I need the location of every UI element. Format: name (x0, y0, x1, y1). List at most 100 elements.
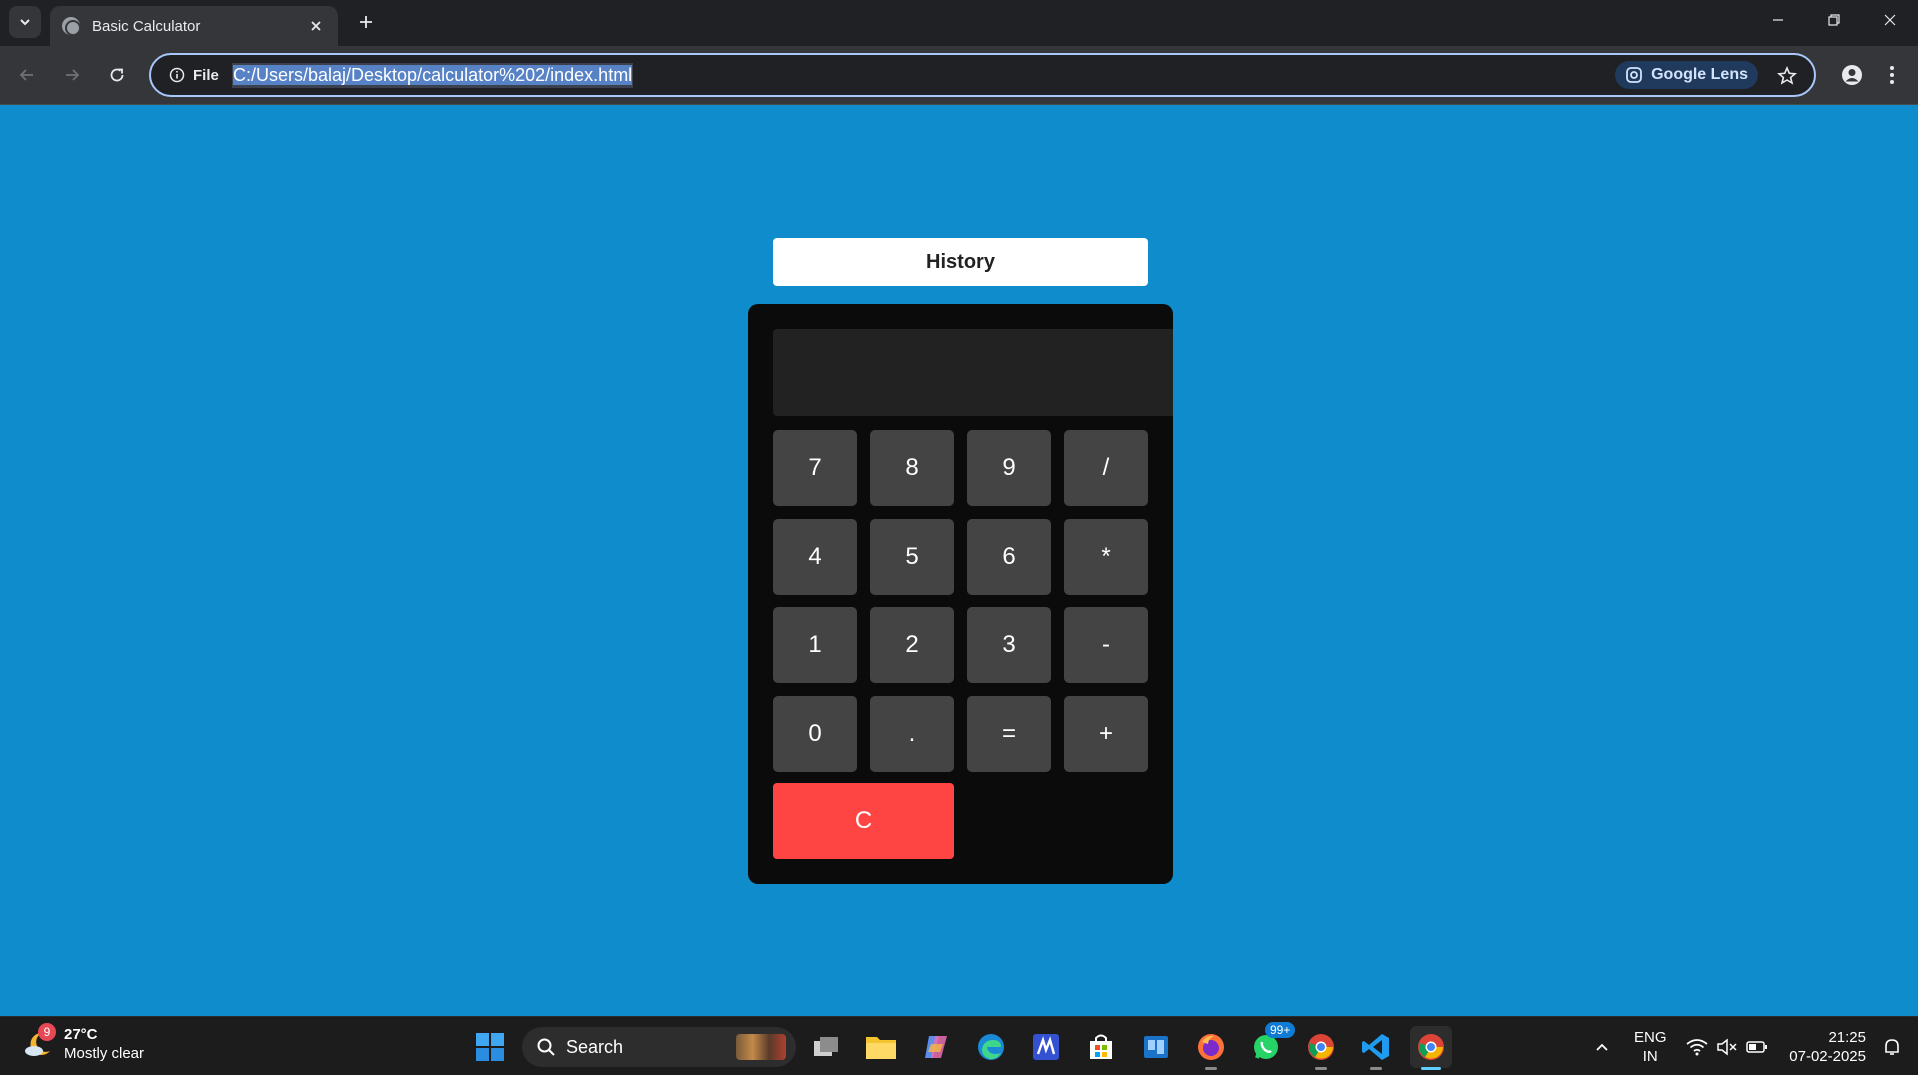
tab-strip: Basic Calculator (0, 0, 1918, 46)
windows-logo-icon (476, 1033, 504, 1061)
clear-button[interactable]: C (773, 783, 954, 859)
clock-time: 21:25 (1828, 1029, 1866, 1046)
restore-button[interactable] (1806, 0, 1862, 40)
whatsapp-button[interactable]: 99+ (1245, 1022, 1296, 1068)
task-view-button[interactable] (805, 1026, 847, 1068)
minimize-button[interactable] (1750, 0, 1806, 40)
chevron-up-icon (1596, 1043, 1608, 1051)
lens-icon (1626, 67, 1642, 83)
language-code: ENG (1634, 1029, 1667, 1046)
app-m-button[interactable] (1025, 1026, 1067, 1068)
new-tab-button[interactable] (352, 8, 380, 36)
firefox-button[interactable] (1190, 1026, 1232, 1070)
taskbar-search[interactable]: Search (522, 1027, 796, 1067)
profile-button[interactable] (1836, 59, 1868, 91)
key-digit-7[interactable]: 7 (773, 430, 857, 506)
running-indicator (1315, 1067, 1327, 1070)
key-digit-0[interactable]: 0 (773, 696, 857, 772)
profile-icon (1842, 65, 1862, 85)
weather-moon-icon: 9 (22, 1023, 56, 1061)
task-view-icon (814, 1037, 838, 1056)
site-info-button[interactable]: File (161, 62, 229, 88)
key-digit-8[interactable]: 8 (870, 430, 954, 506)
app-m-icon (1033, 1034, 1059, 1060)
battery-button[interactable] (1738, 1026, 1776, 1068)
clock[interactable]: 21:25 07-02-2025 (1786, 1028, 1866, 1066)
copilot-icon (925, 1036, 947, 1058)
start-button[interactable] (469, 1026, 511, 1068)
close-window-button[interactable] (1862, 0, 1918, 40)
chevron-down-icon (20, 19, 30, 26)
url-text[interactable]: C:/Users/balaj/Desktop/calculator%202/in… (232, 63, 634, 88)
store-icon (1090, 1034, 1112, 1059)
tab-basic-calculator[interactable]: Basic Calculator (50, 6, 338, 46)
site-info-label: File (193, 66, 219, 84)
key-digit-3[interactable]: 3 (967, 607, 1051, 683)
key-multiply[interactable]: * (1064, 519, 1148, 595)
browser-menu-button[interactable] (1876, 59, 1908, 91)
key-divide[interactable]: / (1064, 430, 1148, 506)
chrome-icon (1418, 1034, 1444, 1060)
chrome-profile-button[interactable] (1300, 1026, 1342, 1070)
key-digit-2[interactable]: 2 (870, 607, 954, 683)
notification-badge: 99+ (1265, 1022, 1296, 1038)
key-digit-4[interactable]: 4 (773, 519, 857, 595)
calculator-display[interactable] (773, 329, 1173, 416)
globe-icon (62, 17, 80, 35)
weather-widget[interactable]: 9 27°C Mostly clear (22, 1023, 145, 1063)
key-add[interactable]: + (1064, 696, 1148, 772)
calculator: 7 8 9/ 4 5 6 * 1 2 3- 0. = + C (748, 304, 1173, 884)
copilot-button[interactable] (915, 1026, 957, 1068)
running-indicator (1205, 1067, 1217, 1070)
search-label: Search (566, 1036, 624, 1057)
language-region: IN (1642, 1048, 1658, 1065)
taskbar: 9 27°C Mostly clear Search 99+ ENG IN 21… (0, 1016, 1918, 1075)
key-equals[interactable]: = (967, 696, 1051, 772)
plus-icon (360, 16, 372, 28)
notifications-button[interactable] (1874, 1026, 1910, 1068)
microsoft-store-button[interactable] (1080, 1026, 1122, 1068)
history-button[interactable]: History (773, 238, 1148, 286)
address-bar[interactable]: File C:/Users/balaj/Desktop/calculator%2… (149, 53, 1816, 97)
browser-toolbar: File C:/Users/balaj/Desktop/calculator%2… (0, 46, 1918, 105)
wifi-icon (1686, 1039, 1708, 1056)
forward-button[interactable] (56, 59, 88, 91)
key-digit-5[interactable]: 5 (870, 519, 954, 595)
show-hidden-icons-button[interactable] (1582, 1026, 1622, 1068)
blue-app-button[interactable] (1135, 1026, 1177, 1068)
tab-title: Basic Calculator (92, 17, 201, 35)
active-indicator (1421, 1067, 1441, 1070)
firefox-icon (1198, 1034, 1224, 1060)
key-digit-1[interactable]: 1 (773, 607, 857, 683)
folder-icon (866, 1037, 896, 1059)
vscode-button[interactable] (1355, 1026, 1397, 1070)
weather-description: Mostly clear (64, 1045, 145, 1062)
tab-search-button[interactable] (9, 6, 41, 38)
star-icon (1777, 66, 1797, 85)
input-language[interactable]: ENG IN (1634, 1028, 1667, 1066)
bell-icon (1885, 1039, 1899, 1055)
running-indicator (1370, 1067, 1382, 1070)
blue-app-icon (1144, 1036, 1168, 1058)
key-decimal[interactable]: . (870, 696, 954, 772)
key-digit-6[interactable]: 6 (967, 519, 1051, 595)
weather-badge: 9 (38, 1023, 56, 1041)
edge-button[interactable] (970, 1026, 1012, 1068)
file-explorer-button[interactable] (860, 1026, 902, 1068)
vscode-icon (1362, 1034, 1389, 1060)
key-subtract[interactable]: - (1064, 607, 1148, 683)
volume-muted-icon (1717, 1038, 1737, 1056)
search-icon (537, 1038, 555, 1056)
restore-icon (1828, 14, 1840, 26)
bookmark-button[interactable] (1774, 63, 1800, 89)
info-icon (169, 67, 185, 83)
edge-icon (978, 1034, 1004, 1060)
minimize-icon (1773, 19, 1783, 21)
reload-button[interactable] (101, 59, 133, 91)
chrome-button[interactable] (1410, 1026, 1452, 1070)
google-lens-button[interactable]: Google Lens (1615, 61, 1758, 89)
tab-close-button[interactable] (304, 14, 328, 38)
key-digit-9[interactable]: 9 (967, 430, 1051, 506)
back-button[interactable] (11, 59, 43, 91)
close-icon (1884, 14, 1896, 26)
